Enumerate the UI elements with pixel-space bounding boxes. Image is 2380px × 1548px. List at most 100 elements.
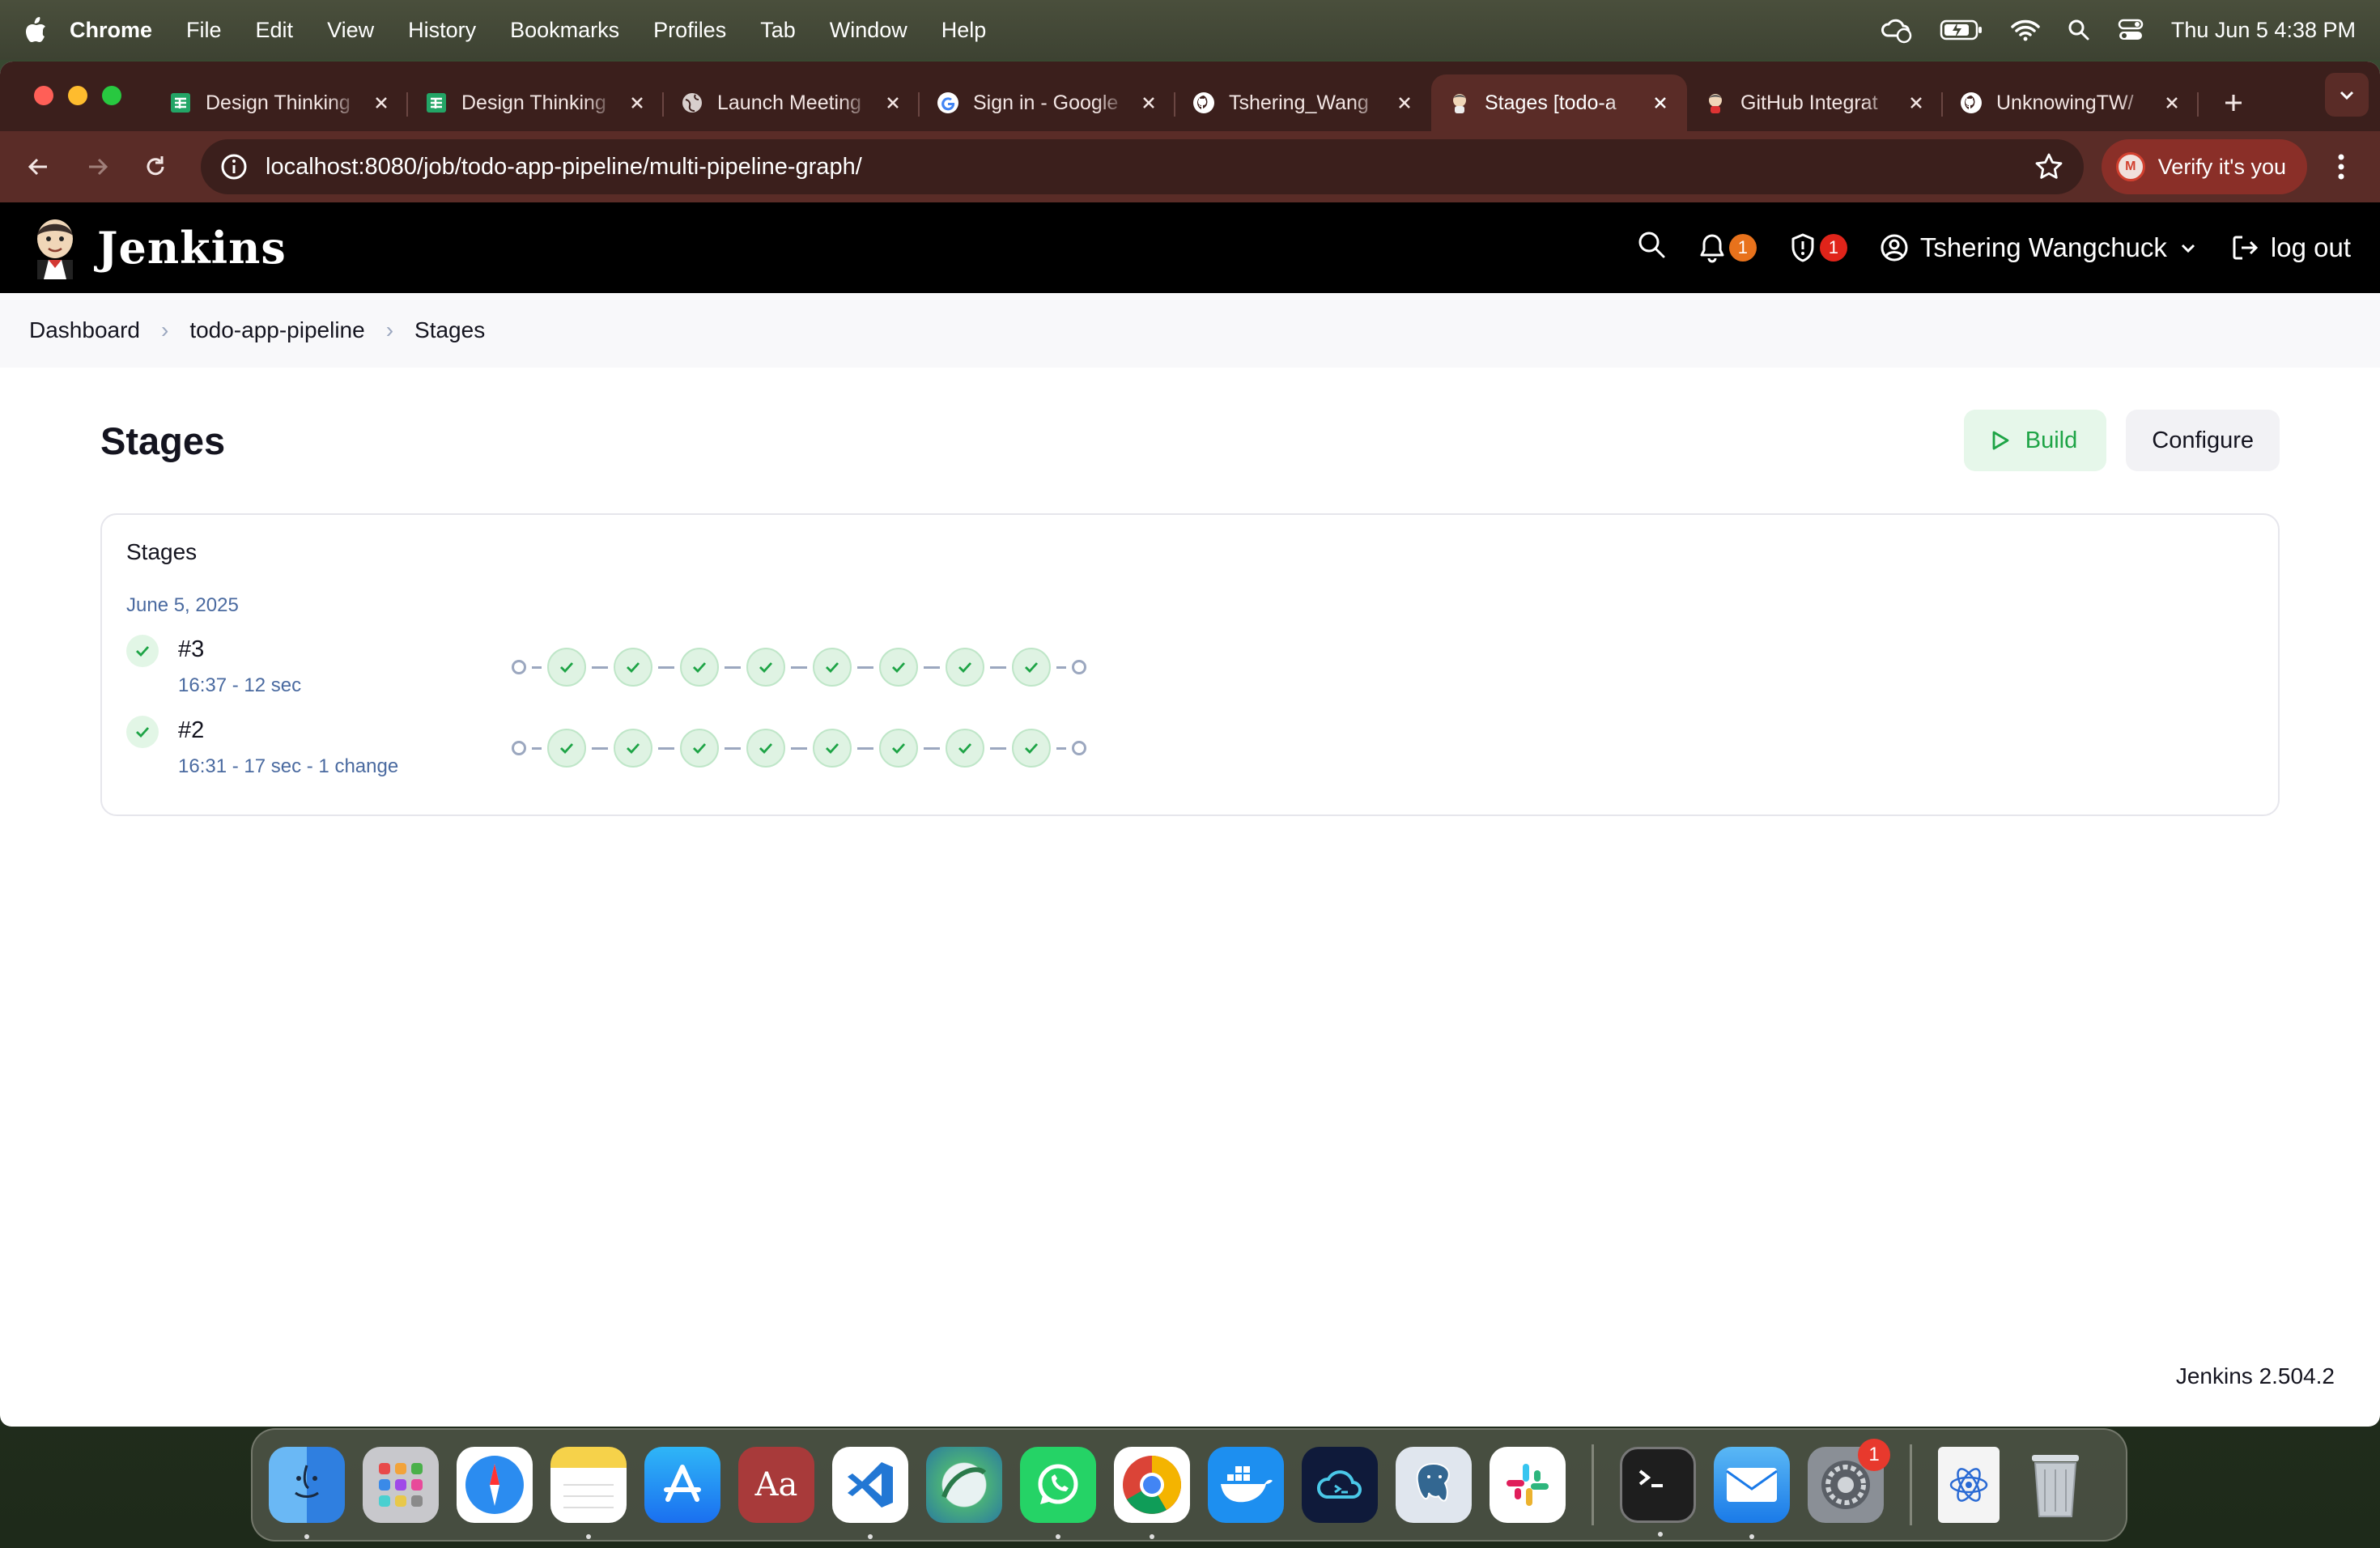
tab-github-integration[interactable]: GitHub Integrat xyxy=(1687,74,1943,131)
stage-success-node[interactable] xyxy=(813,648,852,687)
stage-success-node[interactable] xyxy=(680,648,719,687)
tab-design-thinking-1[interactable]: Design Thinking xyxy=(152,74,408,131)
configure-button[interactable]: Configure xyxy=(2126,410,2280,471)
tab-design-thinking-2[interactable]: Design Thinking xyxy=(408,74,664,131)
system-settings-icon[interactable]: 1 xyxy=(1808,1439,1890,1523)
tab-stages-active[interactable]: Stages [todo-a xyxy=(1431,74,1687,131)
wifi-icon[interactable] xyxy=(2011,19,2040,41)
close-icon[interactable] xyxy=(627,92,648,113)
tab-title: Launch Meeting xyxy=(717,91,861,114)
run-row[interactable]: #3 16:37 - 12 sec xyxy=(126,635,2254,716)
tab-github-profile[interactable]: Tshering_Wang xyxy=(1175,74,1431,131)
forward-button[interactable] xyxy=(74,144,120,189)
stage-success-node[interactable] xyxy=(746,729,785,768)
vscode-icon[interactable] xyxy=(832,1447,908,1539)
zoom-window-button[interactable] xyxy=(102,86,121,105)
verify-identity-button[interactable]: M Verify it's you xyxy=(2101,139,2307,194)
run-number[interactable]: #3 xyxy=(178,636,512,663)
postgres-icon[interactable] xyxy=(1396,1447,1472,1523)
menu-window[interactable]: Window xyxy=(830,18,907,43)
breadcrumb-stages[interactable]: Stages xyxy=(414,317,485,343)
menu-profiles[interactable]: Profiles xyxy=(653,18,726,43)
search-icon[interactable] xyxy=(1637,230,1666,266)
control-center-icon[interactable] xyxy=(2118,19,2144,41)
stage-success-node[interactable] xyxy=(614,648,652,687)
run-number[interactable]: #2 xyxy=(178,717,512,744)
close-icon[interactable] xyxy=(2161,92,2182,113)
stage-success-node[interactable] xyxy=(879,729,918,768)
slack-icon[interactable] xyxy=(1490,1447,1566,1523)
notifications-button[interactable]: 1 xyxy=(1698,232,1757,263)
dictionary-icon[interactable]: Aa xyxy=(738,1447,814,1523)
address-bar[interactable]: localhost:8080/job/todo-app-pipeline/mul… xyxy=(201,139,2084,194)
build-button[interactable]: Build xyxy=(1963,410,2107,471)
chrome-icon[interactable] xyxy=(1114,1447,1190,1539)
menubar-clock[interactable]: Thu Jun 5 4:38 PM xyxy=(2171,18,2356,43)
stage-success-node[interactable] xyxy=(680,729,719,768)
battery-icon[interactable] xyxy=(1940,19,1983,41)
docker-icon[interactable] xyxy=(1208,1447,1284,1523)
spotlight-search-icon[interactable] xyxy=(2068,19,2090,41)
stage-success-node[interactable] xyxy=(614,729,652,768)
app-store-icon[interactable] xyxy=(644,1447,720,1523)
tab-search-button[interactable] xyxy=(2325,73,2369,117)
stage-success-node[interactable] xyxy=(813,729,852,768)
terminal-icon[interactable] xyxy=(1620,1447,1696,1537)
site-info-icon[interactable] xyxy=(220,153,248,181)
menu-app-name[interactable]: Chrome xyxy=(70,18,152,43)
menu-history[interactable]: History xyxy=(408,18,476,43)
security-button[interactable]: 1 xyxy=(1789,232,1847,263)
stage-success-node[interactable] xyxy=(946,729,984,768)
menu-edit[interactable]: Edit xyxy=(256,18,294,43)
stage-success-node[interactable] xyxy=(547,648,586,687)
close-window-button[interactable] xyxy=(34,86,53,105)
mail-icon[interactable] xyxy=(1714,1447,1790,1539)
cloud-app-icon[interactable] xyxy=(1302,1447,1378,1523)
url-text[interactable]: localhost:8080/job/todo-app-pipeline/mul… xyxy=(266,154,2034,181)
menu-file[interactable]: File xyxy=(186,18,222,43)
apple-icon[interactable] xyxy=(24,15,49,45)
close-icon[interactable] xyxy=(1906,92,1927,113)
close-icon[interactable] xyxy=(1394,92,1415,113)
status-cloud-icon[interactable] xyxy=(1880,16,1912,44)
breadcrumb-job[interactable]: todo-app-pipeline xyxy=(189,317,364,343)
bookmark-star-icon[interactable] xyxy=(2034,151,2064,182)
safari-icon[interactable] xyxy=(457,1447,533,1523)
minimize-window-button[interactable] xyxy=(68,86,87,105)
notes-icon[interactable] xyxy=(550,1447,627,1539)
github-icon xyxy=(1192,91,1216,115)
menu-tab[interactable]: Tab xyxy=(760,18,796,43)
logout-link[interactable]: log out xyxy=(2230,232,2351,263)
file-icon[interactable] xyxy=(1938,1447,2000,1523)
user-menu[interactable]: Tshering Wangchuck xyxy=(1880,232,2198,263)
trash-icon[interactable] xyxy=(2017,1447,2093,1523)
menu-view[interactable]: View xyxy=(327,18,374,43)
back-button[interactable] xyxy=(16,144,62,189)
jenkins-home-link[interactable]: Jenkins xyxy=(29,215,287,281)
stage-success-node[interactable] xyxy=(1012,648,1051,687)
close-icon[interactable] xyxy=(882,92,903,113)
stage-success-node[interactable] xyxy=(946,648,984,687)
stage-success-node[interactable] xyxy=(1012,729,1051,768)
stage-success-node[interactable] xyxy=(879,648,918,687)
run-row[interactable]: #2 16:31 - 17 sec - 1 change xyxy=(126,716,2254,797)
close-icon[interactable] xyxy=(1650,92,1671,113)
whatsapp-icon[interactable] xyxy=(1020,1447,1096,1539)
tab-github-repo[interactable]: UnknowingTW/ xyxy=(1943,74,2199,131)
tab-google-sign-in[interactable]: Sign in - Google xyxy=(920,74,1175,131)
breadcrumb-dashboard[interactable]: Dashboard xyxy=(29,317,140,343)
new-tab-button[interactable] xyxy=(2213,83,2254,123)
chrome-menu-button[interactable] xyxy=(2318,144,2364,189)
stage-success-node[interactable] xyxy=(746,648,785,687)
launchpad-icon[interactable] xyxy=(363,1447,439,1523)
menu-bookmarks[interactable]: Bookmarks xyxy=(510,18,619,43)
stage-success-node[interactable] xyxy=(547,729,586,768)
jenkins-version[interactable]: Jenkins 2.504.2 xyxy=(2176,1363,2335,1389)
reload-button[interactable] xyxy=(133,144,178,189)
menu-help[interactable]: Help xyxy=(941,18,987,43)
close-icon[interactable] xyxy=(371,92,392,113)
tab-launch-meeting[interactable]: Launch Meeting xyxy=(664,74,920,131)
browser-icon[interactable] xyxy=(926,1447,1002,1523)
close-icon[interactable] xyxy=(1138,92,1159,113)
finder-icon[interactable] xyxy=(269,1447,345,1539)
